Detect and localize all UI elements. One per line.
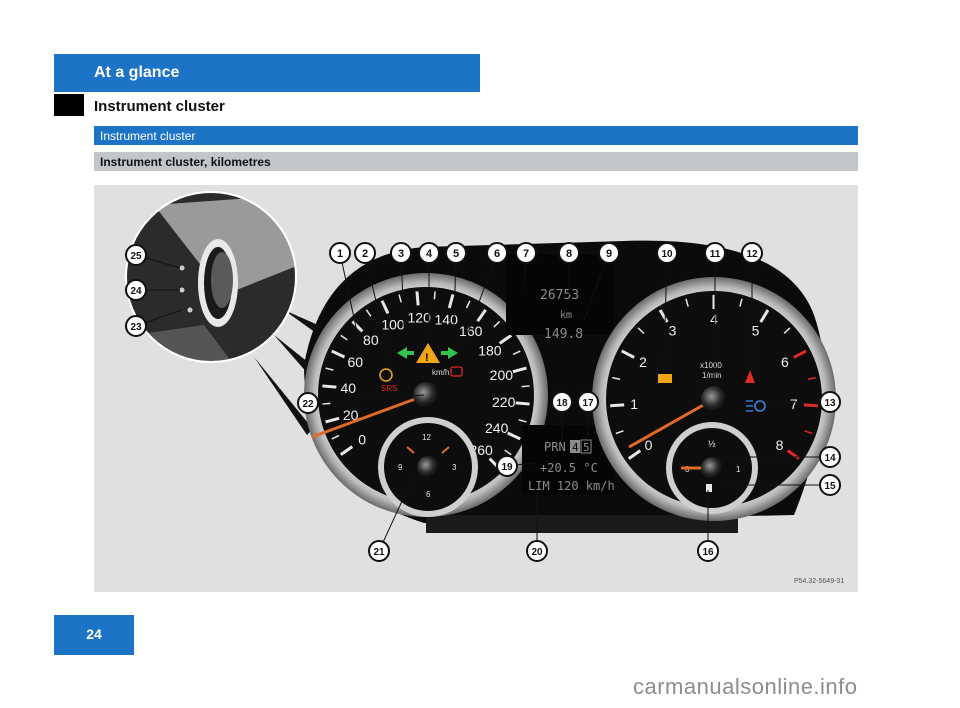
clock-label-9: 9 xyxy=(398,463,403,472)
page-subtitle: Instrument cluster xyxy=(94,98,225,115)
speed-label: 100 xyxy=(381,316,405,332)
page-number: 24 xyxy=(54,615,134,655)
inset-button-middle xyxy=(179,287,185,293)
callout-number: 17 xyxy=(582,398,594,409)
inset-button-lower xyxy=(187,307,193,313)
rpm-tick xyxy=(803,403,818,408)
callout-number: 16 xyxy=(702,547,714,558)
callout-number: 11 xyxy=(710,249,721,260)
callout-number: 4 xyxy=(426,248,433,260)
odometer-value: 26753 xyxy=(540,288,579,303)
callout-number: 1 xyxy=(337,248,343,260)
tacho-unit-bottom: 1/min xyxy=(702,371,722,380)
gear-next: 5 xyxy=(583,441,590,454)
speed-label: 60 xyxy=(348,354,364,370)
speed-label: 220 xyxy=(492,394,516,410)
rpm-label: 1 xyxy=(630,396,638,412)
watermark: carmanualsonline.info xyxy=(633,674,858,699)
odometer-unit: km xyxy=(560,310,572,321)
clock: 12 3 6 9 xyxy=(378,417,478,517)
rpm-label: 7 xyxy=(790,396,798,412)
subsection-title: Instrument cluster, kilometres xyxy=(100,155,271,169)
speed-label: 80 xyxy=(363,332,379,348)
callout-number: 15 xyxy=(824,481,836,492)
gear-active: 4 xyxy=(572,441,579,454)
fuel-label-full: 1 xyxy=(736,465,741,474)
tachometer: 0 1 2 3 4 5 6 7 8 x1000 1/min 0 ½ 1 xyxy=(592,277,836,521)
callout-number: 12 xyxy=(746,249,758,260)
section-title: Instrument cluster xyxy=(100,129,196,143)
callout-number: 5 xyxy=(453,248,459,260)
callout-number: 10 xyxy=(661,249,673,260)
instrument-cluster-figure: 0 20 40 60 80 100 120 140 160 180 200 220 240 260 km/… xyxy=(94,185,858,592)
callout-number: 21 xyxy=(373,547,385,558)
callout-number: 3 xyxy=(398,248,404,260)
rpm-label: 8 xyxy=(776,437,784,453)
svg-text:!: ! xyxy=(425,352,429,364)
callout-number: 9 xyxy=(606,248,612,260)
speed-tick xyxy=(433,291,436,300)
rpm-label: 0 xyxy=(645,437,653,453)
rpm-label: 4 xyxy=(710,311,718,327)
rpm-label: 3 xyxy=(669,323,677,339)
chapter-marker xyxy=(54,94,84,116)
section-title-bar: Instrument cluster xyxy=(94,126,858,145)
speed-tick xyxy=(415,291,420,306)
outside-temperature: +20.5 °C xyxy=(540,461,598,475)
callout-number: 22 xyxy=(302,399,314,410)
callout-number: 8 xyxy=(566,248,572,260)
callout-number: 25 xyxy=(130,251,142,262)
callout-number: 19 xyxy=(501,462,513,473)
check-engine-icon xyxy=(658,374,672,383)
callout-number: 20 xyxy=(531,547,543,558)
callout-number: 6 xyxy=(494,248,500,260)
rpm-label: 6 xyxy=(781,354,789,370)
inset-button-upper xyxy=(179,265,185,271)
srs-indicator: SRS xyxy=(381,384,397,393)
speed-label: 180 xyxy=(478,342,502,358)
chapter-header: At a glance xyxy=(54,54,480,92)
speed-label: 40 xyxy=(341,380,357,396)
fuel-pump-icon xyxy=(706,484,712,492)
callout-number: 24 xyxy=(130,286,142,297)
speed-tick xyxy=(322,384,337,389)
rpm-tick xyxy=(610,403,625,408)
callout-number: 13 xyxy=(824,398,836,409)
speed-label: 240 xyxy=(485,420,509,436)
figure-ref-code: P54.32-5649-31 xyxy=(794,578,844,585)
callout-number: 18 xyxy=(556,398,568,409)
fuel-gauge: 0 ½ 1 xyxy=(666,422,758,514)
clock-label-6: 6 xyxy=(426,490,431,499)
speed-unit: km/h xyxy=(432,368,449,377)
speed-tick xyxy=(322,402,331,405)
inset-closeup xyxy=(125,191,297,363)
rpm-label: 2 xyxy=(639,354,647,370)
clock-label-12: 12 xyxy=(422,433,431,442)
subsection-title-bar: Instrument cluster, kilometres xyxy=(94,152,858,171)
speed-label: 200 xyxy=(490,367,514,383)
rpm-label: 5 xyxy=(752,323,760,339)
speed-label: 0 xyxy=(358,432,366,448)
speed-tick xyxy=(521,385,530,388)
callout-number: 23 xyxy=(130,322,142,333)
tacho-unit-top: x1000 xyxy=(700,361,722,370)
clock-label-3: 3 xyxy=(452,463,457,472)
trip-value: 149.8 xyxy=(544,327,583,342)
callout-number: 14 xyxy=(824,453,836,464)
fuel-label-half: ½ xyxy=(708,439,716,449)
chapter-title: At a glance xyxy=(94,64,180,81)
speed-limit: LIM 120 km/h xyxy=(528,479,615,493)
callout-number: 7 xyxy=(523,248,529,260)
speed-label: 120 xyxy=(408,309,432,325)
gear-range: PRN xyxy=(544,440,566,454)
callout-number: 2 xyxy=(362,248,368,260)
speed-tick xyxy=(515,401,530,406)
